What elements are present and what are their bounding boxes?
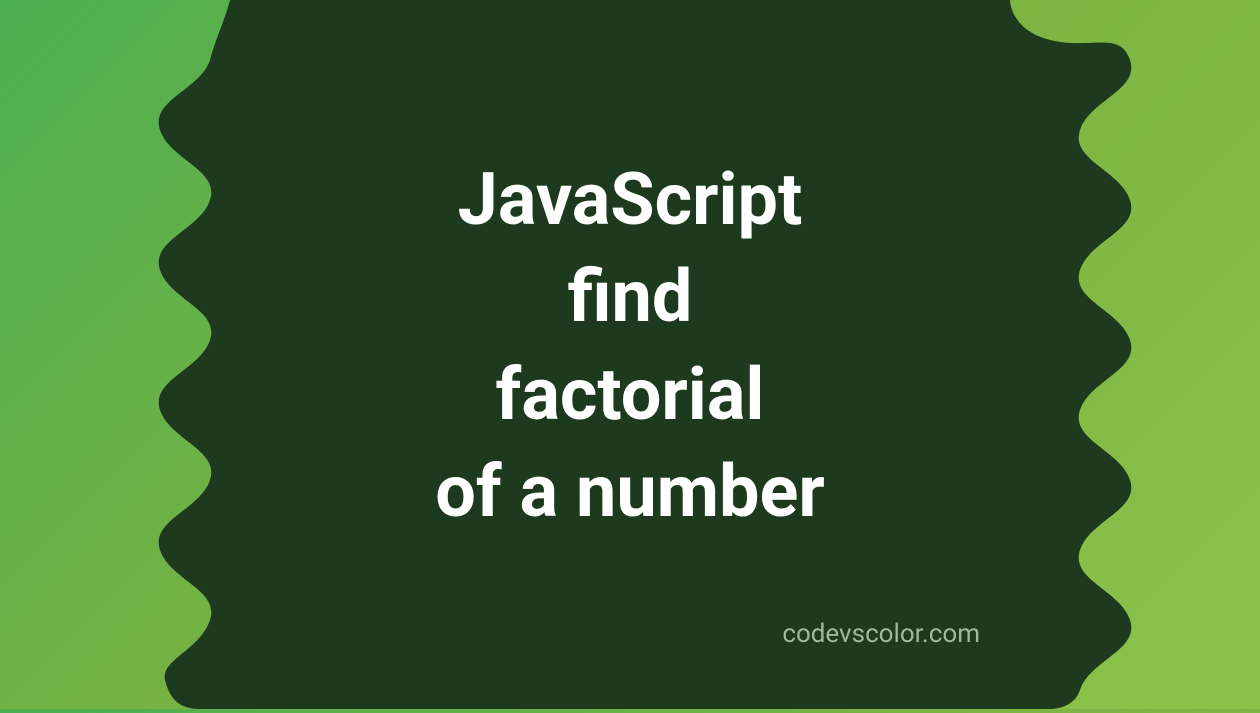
attribution-text: codevscolor.com	[782, 619, 980, 649]
title-line-2: find	[435, 248, 825, 345]
title-line-1: JavaScript	[435, 151, 825, 248]
title-line-4: of a number	[435, 443, 825, 540]
title-line-3: factorial	[435, 346, 825, 443]
content-area: JavaScript find factorial of a number co…	[0, 0, 1260, 709]
banner-title: JavaScript find factorial of a number	[435, 151, 825, 540]
